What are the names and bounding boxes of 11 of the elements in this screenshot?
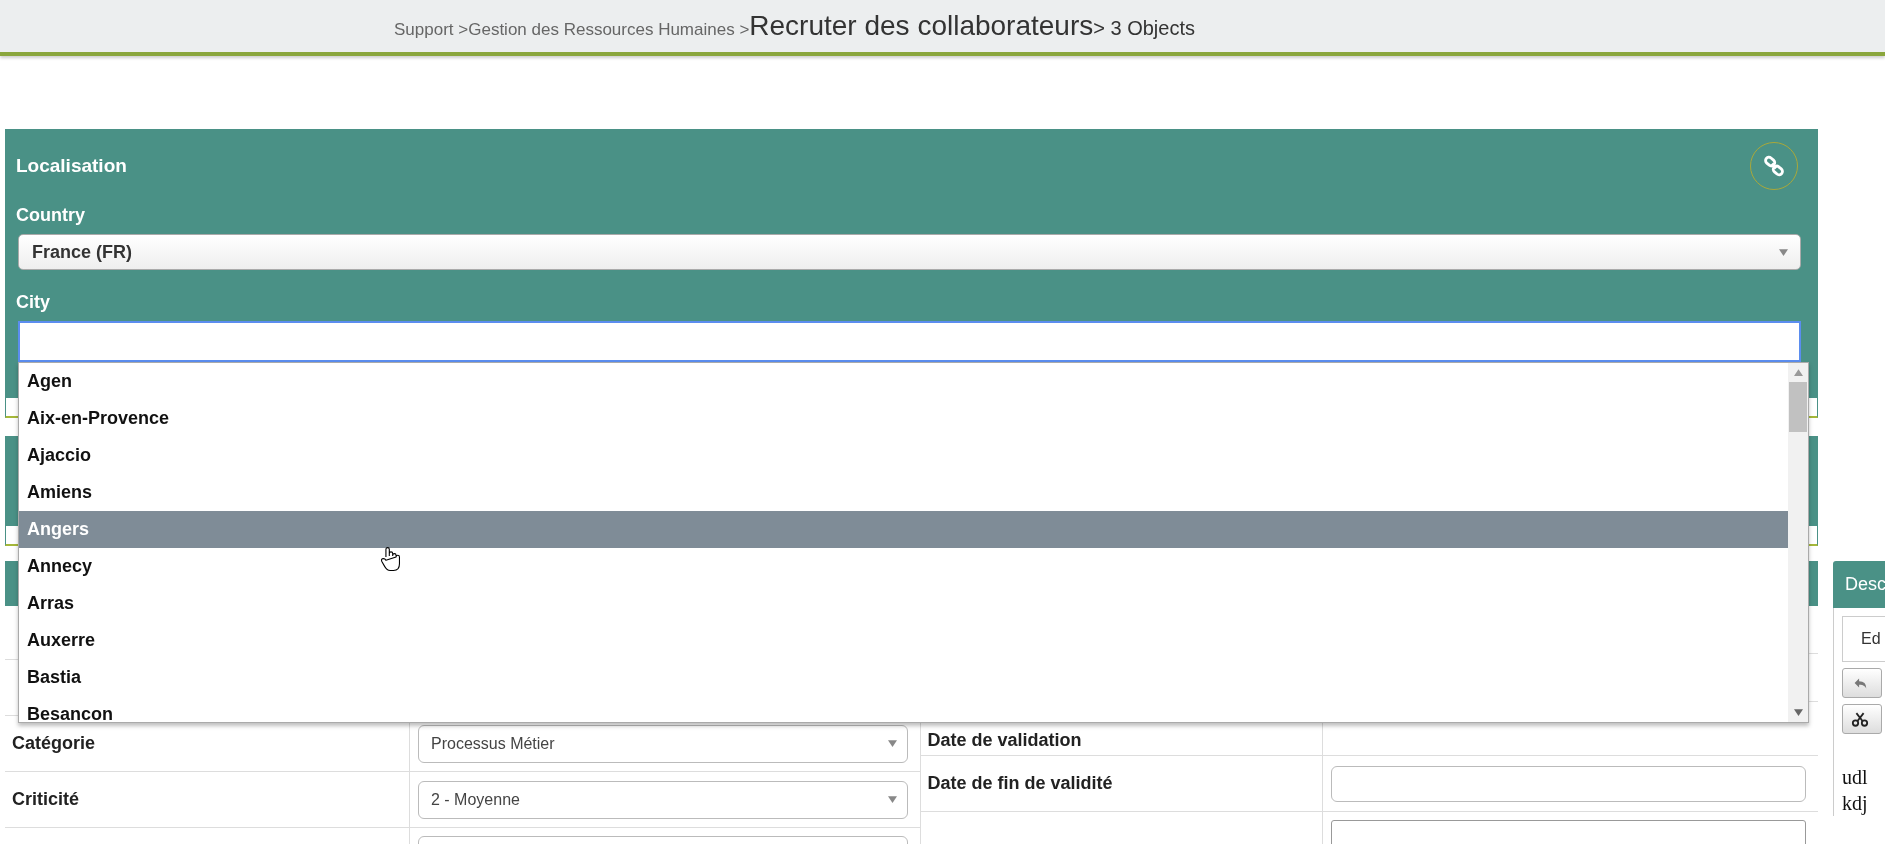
panel-title: Localisation — [16, 155, 127, 177]
text-line: kdj — [1842, 791, 1869, 816]
field-label: Criticité — [5, 772, 410, 827]
field-label: Date de validation — [920, 702, 1323, 755]
text-line: udl — [1842, 765, 1869, 790]
object-count: > 3 Objects — [1093, 17, 1195, 40]
field-label: City — [16, 292, 51, 313]
field-label: Country — [16, 205, 86, 226]
field-label: Date de fin de validité — [920, 756, 1323, 811]
panel-header: Desc — [1833, 561, 1885, 608]
page-title: Recruter des collaborateurs — [749, 10, 1094, 42]
